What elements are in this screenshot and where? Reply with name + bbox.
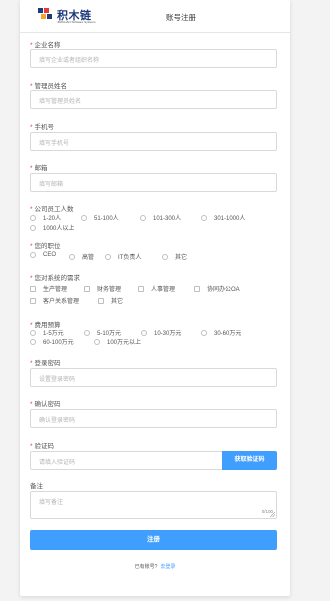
- company-input[interactable]: 填写企业或者组织名称: [30, 49, 277, 68]
- position-option[interactable]: 高管: [69, 252, 94, 261]
- confirm-password-label: * 确认密码: [30, 401, 61, 408]
- code-input[interactable]: 请填入验证码: [30, 451, 222, 470]
- needs-option[interactable]: 协同办公OA: [194, 284, 240, 293]
- employees-option[interactable]: 101-300人: [140, 213, 181, 222]
- radio-button[interactable]: [81, 214, 87, 221]
- position-label: * 您的职位: [30, 243, 61, 250]
- budget-option[interactable]: 60-100万元: [30, 337, 74, 346]
- budget-option[interactable]: 100万元以上: [94, 337, 141, 346]
- needs-option[interactable]: 人事管理: [138, 284, 175, 293]
- radio-button[interactable]: [141, 329, 147, 336]
- register-button[interactable]: 注册: [30, 530, 277, 550]
- budget-option[interactable]: 10-30万元: [141, 328, 181, 337]
- radio-button[interactable]: [30, 224, 36, 231]
- radio-button[interactable]: [84, 329, 90, 336]
- required-mark: *: [30, 42, 33, 49]
- remark-textarea[interactable]: 填写备注 0/100: [30, 491, 277, 519]
- required-mark: *: [30, 83, 33, 90]
- budget-option[interactable]: 30-60万元: [201, 328, 241, 337]
- radio-button[interactable]: [30, 252, 36, 258]
- budget-option[interactable]: 5-10万元: [84, 328, 121, 337]
- radio-button[interactable]: [30, 329, 36, 336]
- code-label: * 验证码: [30, 443, 55, 450]
- needs-option[interactable]: 客户关系管理: [30, 296, 79, 305]
- logo-icon: [38, 8, 54, 22]
- password-input[interactable]: 设置登录密码: [30, 368, 277, 387]
- needs-label: * 您对系统的需求: [30, 275, 81, 282]
- checkbox[interactable]: [194, 285, 200, 292]
- login-link[interactable]: 去登录: [160, 564, 175, 570]
- employees-option[interactable]: 51-100人: [81, 213, 119, 222]
- checkbox[interactable]: [30, 297, 36, 304]
- login-prompt: 已有账号? 去登录: [20, 563, 290, 570]
- position-option[interactable]: 其它: [162, 252, 187, 261]
- get-code-button[interactable]: 获取验证码: [222, 451, 277, 470]
- required-mark: *: [30, 206, 33, 213]
- checkbox[interactable]: [98, 297, 104, 304]
- email-input[interactable]: 填写邮箱: [30, 173, 277, 192]
- phone-label: * 手机号: [30, 124, 55, 131]
- position-option[interactable]: IT负责人: [105, 252, 141, 261]
- employees-option[interactable]: 1-20人: [30, 213, 61, 222]
- required-mark: *: [30, 165, 33, 172]
- required-mark: *: [30, 124, 33, 131]
- radio-button[interactable]: [69, 253, 75, 260]
- radio-button[interactable]: [140, 214, 146, 221]
- brand-logo: 积木链 JIMULIAN Software Systems: [38, 6, 98, 26]
- login-prompt-text: 已有账号?: [134, 564, 158, 570]
- register-card: 积木链 JIMULIAN Software Systems 账号注册 * 企业名称…: [20, 0, 290, 596]
- employees-option[interactable]: 1000人以上: [30, 223, 74, 232]
- checkbox[interactable]: [30, 285, 36, 292]
- remark-placeholder: 填写备注: [39, 500, 64, 506]
- needs-option[interactable]: 财务管理: [84, 284, 121, 293]
- required-mark: *: [30, 275, 33, 282]
- employees-label: * 公司员工人数: [30, 206, 74, 213]
- password-label: * 登录密码: [30, 360, 61, 367]
- required-mark: *: [30, 443, 33, 450]
- needs-option[interactable]: 其它: [98, 296, 123, 305]
- radio-button[interactable]: [162, 253, 168, 260]
- confirm-password-input[interactable]: 确认登录密码: [30, 409, 277, 428]
- phone-input[interactable]: 填写手机号: [30, 132, 277, 151]
- radio-button[interactable]: [201, 214, 207, 221]
- radio-button[interactable]: [105, 253, 111, 260]
- required-mark: *: [30, 243, 33, 250]
- admin-name-label: * 管理员姓名: [30, 83, 68, 90]
- radio-button[interactable]: [30, 338, 36, 345]
- checkbox[interactable]: [84, 285, 90, 292]
- radio-button[interactable]: [30, 214, 36, 221]
- email-label: * 邮箱: [30, 165, 48, 172]
- budget-option[interactable]: 1-5万元: [30, 328, 64, 337]
- company-label: * 企业名称: [30, 42, 61, 49]
- required-mark: *: [30, 360, 33, 367]
- needs-option[interactable]: 生产管理: [30, 284, 67, 293]
- page-title: 账号注册: [166, 13, 196, 22]
- checkbox[interactable]: [138, 285, 144, 292]
- resize-handle-icon[interactable]: [270, 512, 275, 517]
- admin-name-input[interactable]: 填写管理员姓名: [30, 90, 277, 109]
- employees-option[interactable]: 301-1000人: [201, 213, 245, 222]
- position-option[interactable]: CEO: [30, 252, 56, 258]
- required-mark: *: [30, 401, 33, 408]
- remark-label: 备注: [30, 483, 43, 490]
- logo-subtitle: JIMULIAN Software Systems: [57, 20, 96, 24]
- header: 积木链 JIMULIAN Software Systems 账号注册: [20, 0, 290, 33]
- radio-button[interactable]: [201, 329, 207, 336]
- radio-button[interactable]: [94, 338, 100, 345]
